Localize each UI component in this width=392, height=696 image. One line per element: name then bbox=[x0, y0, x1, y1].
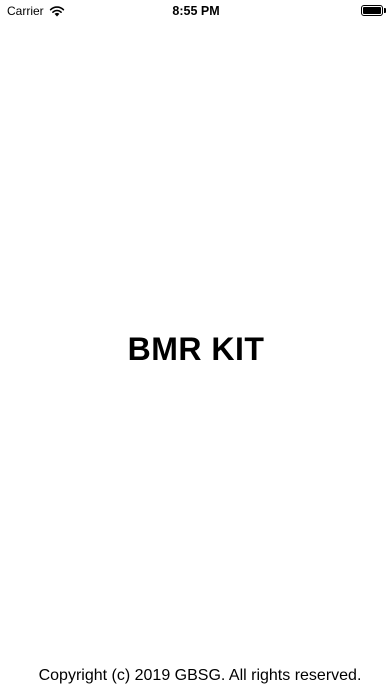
battery-cap bbox=[384, 8, 386, 13]
status-bar: Carrier 8:55 PM bbox=[0, 0, 392, 22]
copyright-text: Copyright (c) 2019 GBSG. All rights rese… bbox=[38, 667, 362, 684]
battery-fill bbox=[363, 7, 381, 14]
status-time: 8:55 PM bbox=[172, 4, 220, 18]
app-title: BMR KIT bbox=[127, 331, 265, 367]
battery-icon bbox=[361, 5, 386, 16]
